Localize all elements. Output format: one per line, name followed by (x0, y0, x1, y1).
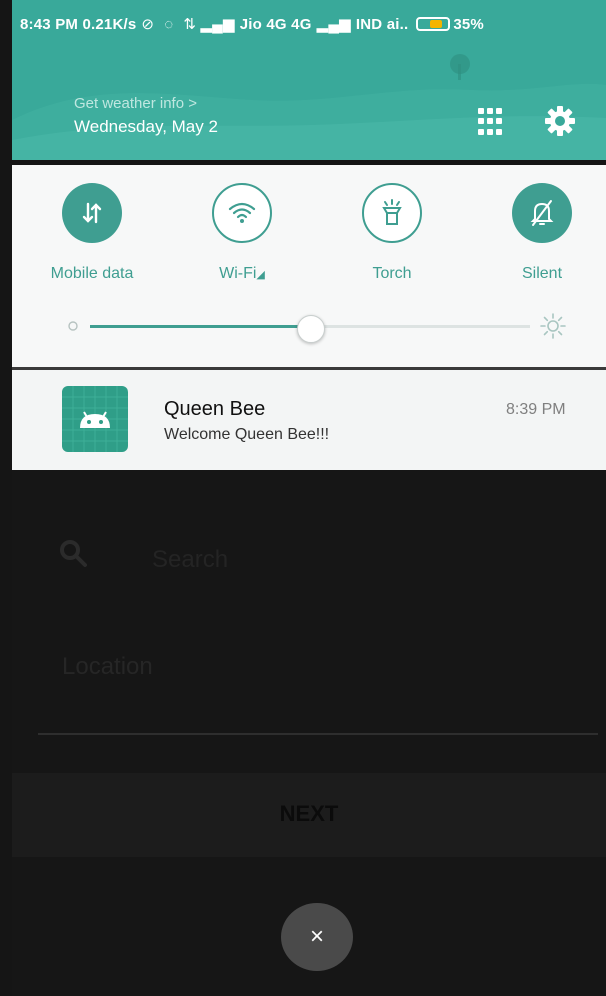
gear-icon[interactable] (543, 104, 577, 138)
search-input[interactable]: Search (152, 546, 228, 574)
tile-label: Wi-Fi◢ (219, 265, 265, 282)
signal-triangle-icon: ◢ (256, 269, 265, 281)
brightness-fill (90, 325, 310, 328)
next-label: NEXT (279, 801, 339, 826)
alarm-icon: ⊘ (141, 16, 155, 33)
tile-mobile-data[interactable]: Mobile data (42, 183, 142, 283)
weather-link[interactable]: Get weather info > (74, 95, 197, 112)
wifi-icon (212, 183, 272, 243)
tile-silent[interactable]: Silent (492, 183, 592, 283)
tile-label: Mobile data (50, 265, 134, 282)
status-carrier1: Jio 4G 4G (239, 15, 312, 33)
status-time: 8:43 PM (20, 15, 79, 33)
grid-icon[interactable] (478, 108, 506, 136)
status-carrier2: IND ai.. (355, 15, 409, 33)
signal-icon-2: ▂▄▆ (316, 16, 351, 33)
search-icon (60, 540, 87, 567)
notification-text: Welcome Queen Bee!!! (164, 426, 330, 443)
notification-card[interactable]: Queen Bee Welcome Queen Bee!!! 8:39 PM (12, 370, 606, 470)
brightness-thumb[interactable] (297, 315, 325, 343)
silent-bell-icon (512, 183, 572, 243)
close-button[interactable]: × (281, 903, 353, 971)
date-label: Wednesday, May 2 (74, 117, 218, 136)
brightness-high-icon (540, 313, 566, 339)
status-speed: 0.21K/s (82, 15, 137, 33)
mobile-data-icon (62, 183, 122, 243)
close-icon: × (309, 923, 324, 950)
quick-settings-panel: Mobile data Wi-Fi◢ Torch Silent (12, 165, 606, 368)
brightness-low-icon (68, 321, 78, 331)
battery-icon (416, 17, 451, 31)
notification-time: 8:39 PM (506, 401, 566, 418)
battery-percent: 35% (453, 15, 484, 33)
tile-wifi[interactable]: Wi-Fi◢ (192, 183, 292, 283)
status-bar: 8:43 PM 0.21K/s ⊘ ◌ ⇅ ▂▄▆ Jio 4G 4G ▂▄▆ … (12, 4, 606, 44)
location-underline (38, 733, 598, 735)
location-field[interactable]: Location (62, 653, 153, 681)
notification-icon: ◌ (164, 15, 174, 33)
android-icon (62, 386, 128, 452)
signal-icon: ⇅ ▂▄▆ (183, 16, 235, 33)
torch-icon (362, 183, 422, 243)
tile-label: Silent (521, 265, 563, 282)
notification-shade-header: 8:43 PM 0.21K/s ⊘ ◌ ⇅ ▂▄▆ Jio 4G 4G ▂▄▆ … (12, 0, 606, 160)
tile-label: Torch (372, 265, 412, 282)
notification-title: Queen Bee (164, 398, 266, 420)
tile-torch[interactable]: Torch (342, 183, 442, 283)
next-button[interactable]: NEXT (12, 773, 606, 857)
